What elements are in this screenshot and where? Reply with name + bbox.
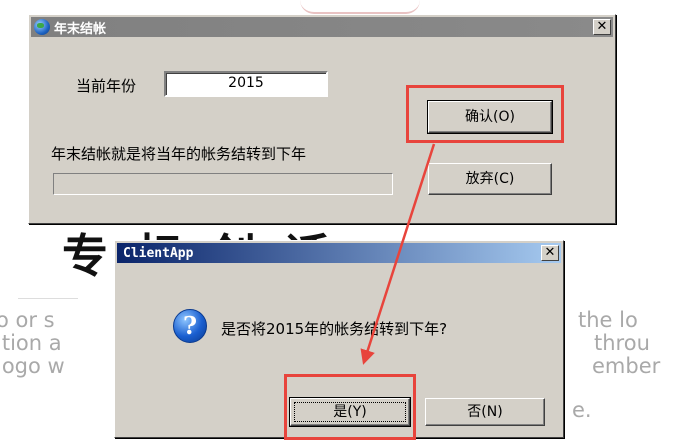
annotation-arrow (360, 143, 436, 365)
